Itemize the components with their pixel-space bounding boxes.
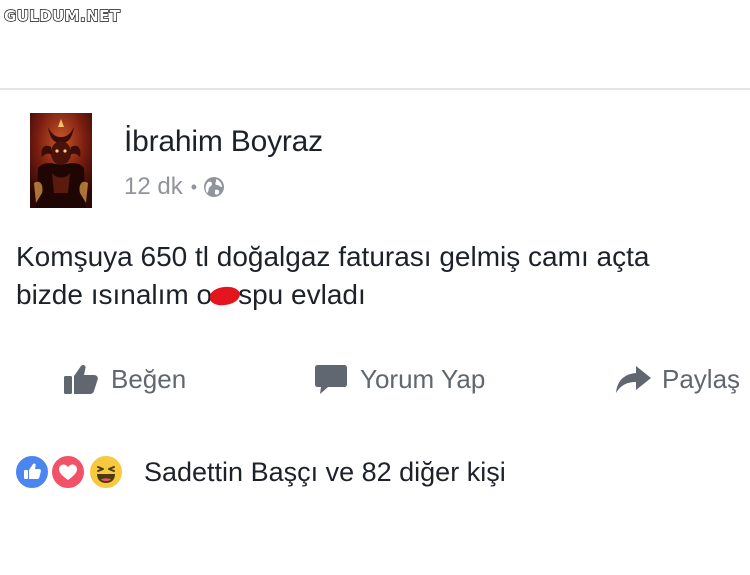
- action-bar: Beğen Yorum Yap Paylaş: [0, 358, 750, 400]
- meta-separator: •: [190, 176, 198, 197]
- post-text-line-2-start: bizde ısınalım o: [16, 279, 213, 310]
- thumbs-up-icon: [64, 364, 98, 394]
- watermark: GULDUM.NET: [3, 6, 121, 25]
- post-timestamp[interactable]: 12 dk: [124, 173, 183, 201]
- post-text-line-2: bizde ısınalım o spu evladı: [16, 276, 750, 314]
- haha-reaction-icon: [88, 454, 124, 490]
- globe-icon[interactable]: [203, 176, 225, 198]
- reaction-icons: [14, 453, 130, 491]
- like-reaction-icon: [14, 454, 50, 490]
- post-text: Komşuya 650 tl doğalgaz faturası gelmiş …: [16, 238, 750, 314]
- share-button-label: Paylaş: [662, 363, 741, 394]
- share-arrow-icon: [616, 366, 651, 393]
- author-name[interactable]: İbrahim Boyraz: [124, 124, 323, 160]
- post-meta: 12 dk •: [124, 172, 225, 202]
- comment-icon: [315, 365, 347, 394]
- comment-button[interactable]: Yorum Yap: [314, 358, 485, 400]
- like-button-label: Beğen: [111, 363, 187, 394]
- author-avatar[interactable]: [30, 113, 92, 208]
- post-text-line-1: Komşuya 650 tl doğalgaz faturası gelmiş …: [16, 241, 650, 272]
- post-card: [0, 90, 750, 575]
- comment-button-label: Yorum Yap: [360, 363, 486, 394]
- reaction-summary-text: Sadettin Başçı ve 82 diğer kişi: [144, 456, 506, 487]
- avatar-image: [30, 113, 92, 208]
- share-button[interactable]: Paylaş: [614, 358, 740, 400]
- reactions-summary[interactable]: Sadettin Başçı ve 82 diğer kişi: [14, 452, 506, 492]
- censor-mark: [209, 285, 241, 307]
- love-reaction-icon: [50, 454, 86, 490]
- like-button[interactable]: Beğen: [63, 358, 186, 400]
- post-text-line-2-end: spu evladı: [238, 279, 366, 310]
